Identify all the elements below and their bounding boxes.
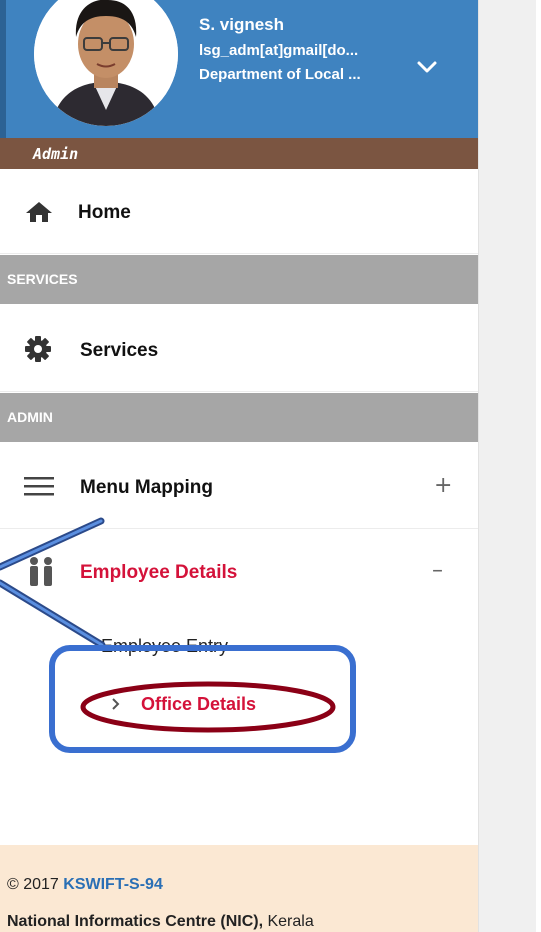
sidebar-item-employee-details[interactable]: Employee Details – <box>0 530 478 615</box>
section-label: SERVICES <box>7 271 78 287</box>
sidebar-item-label: Employee Details <box>80 562 238 583</box>
chevron-down-icon[interactable] <box>416 58 438 76</box>
org-name: National Informatics Centre (NIC), <box>7 913 264 930</box>
app-root: S. vignesh lsg_adm[at]gmail[do... Depart… <box>0 0 541 932</box>
sub-item-label: Employee Entry <box>101 636 229 656</box>
section-header-admin: ADMIN <box>0 393 478 442</box>
avatar-photo <box>34 0 178 126</box>
sidebar-item-label: Home <box>78 202 131 223</box>
sidebar: S. vignesh lsg_adm[at]gmail[do... Depart… <box>0 0 478 932</box>
collapse-toggle[interactable]: – <box>432 558 443 583</box>
section-label: ADMIN <box>7 409 53 425</box>
sub-item-office-details[interactable]: Office Details <box>0 686 478 726</box>
sidebar-item-menu-mapping[interactable]: Menu Mapping + <box>0 443 478 529</box>
sidebar-item-services[interactable]: Services <box>0 304 478 392</box>
home-icon <box>26 202 52 222</box>
profile-header: S. vignesh lsg_adm[at]gmail[do... Depart… <box>0 0 478 138</box>
footer-org: National Informatics Centre (NIC), Keral… <box>7 913 314 931</box>
people-icon <box>30 557 52 586</box>
avatar[interactable] <box>34 0 178 126</box>
gear-icon <box>25 336 51 362</box>
profile-department: Department of Local ... <box>199 66 361 83</box>
role-label: Admin <box>33 145 79 163</box>
footer-copyright: © 2017 KSWIFT-S-94 <box>7 876 163 894</box>
chevron-right-icon <box>112 698 120 710</box>
org-state: Kerala <box>263 913 314 930</box>
footer: © 2017 KSWIFT-S-94 National Informatics … <box>0 845 478 932</box>
sidebar-item-home[interactable]: Home <box>0 169 478 254</box>
content-edge <box>536 0 541 932</box>
expand-toggle[interactable]: + <box>434 473 452 498</box>
copyright-text: © 2017 <box>7 876 64 893</box>
hamburger-icon <box>24 477 54 496</box>
profile-email: lsg_adm[at]gmail[do... <box>199 42 359 59</box>
content-area <box>478 0 541 932</box>
footer-brand-link[interactable]: KSWIFT-S-94 <box>63 876 163 893</box>
role-bar: Admin <box>0 138 478 169</box>
sub-item-label: Office Details <box>141 694 257 714</box>
section-header-services: SERVICES <box>0 255 478 304</box>
sidebar-item-label: Services <box>80 340 159 361</box>
sidebar-item-label: Menu Mapping <box>80 477 213 498</box>
profile-name: S. vignesh <box>199 15 285 34</box>
sub-item-employee-entry[interactable]: Employee Entry <box>0 628 478 668</box>
